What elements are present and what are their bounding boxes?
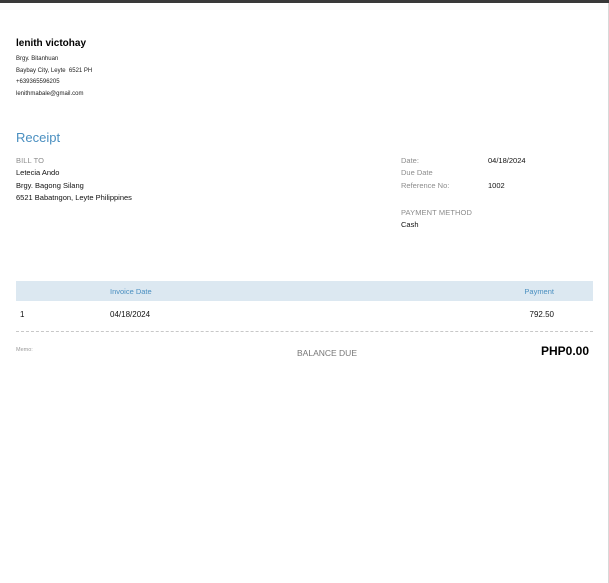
meta-row-reference: Reference No: 1002 xyxy=(401,179,526,192)
bill-to-label: BILL TO xyxy=(16,156,45,165)
sender-block: lenith victohay Brgy. Bitanhuan Baybay C… xyxy=(16,38,92,101)
table-header: Invoice Date Payment xyxy=(16,281,593,301)
receipt-meta: Date: 04/18/2024 Due Date Reference No: … xyxy=(401,154,526,192)
bill-to-name: Letecia Ando xyxy=(16,168,60,177)
bill-to-street: Brgy. Bagong Silang xyxy=(16,180,84,190)
sender-name: lenith victohay xyxy=(16,38,87,49)
bill-to-city: 6521 Babatngon, Leyte Philippines xyxy=(16,193,132,202)
sender-email: lenithmabale@gmail.com xyxy=(16,91,84,98)
payment-method-value: Cash xyxy=(401,220,419,229)
payment-method-label: PAYMENT METHOD xyxy=(401,208,472,217)
meta-row-due: Due Date xyxy=(401,167,526,180)
meta-row-date: Date: 04/18/2024 xyxy=(401,154,526,167)
date-value: 04/18/2024 xyxy=(488,155,526,165)
balance-due-value: PHP0.00 xyxy=(540,344,589,358)
sender-phone: +639365596205 xyxy=(16,79,60,86)
row-invoice-date: 04/18/2024 xyxy=(110,310,151,319)
row-number: 1 xyxy=(20,310,25,319)
page-title: Receipt xyxy=(16,130,61,145)
date-label: Date: xyxy=(401,155,419,165)
balance-due-label: BALANCE DUE xyxy=(297,348,357,358)
payment-method-block: PAYMENT METHOD Cash xyxy=(401,207,472,230)
due-date-label: Due Date xyxy=(401,168,433,178)
memo-label: Memo: xyxy=(16,347,33,353)
column-header-invoice-date: Invoice Date xyxy=(110,287,152,296)
table-row: 1 04/18/2024 792.50 xyxy=(16,302,593,328)
bill-to-block: BILL TO Letecia Ando Brgy. Bagong Silang… xyxy=(16,155,132,205)
sender-city-line: Baybay City, Leyte 6521 PH xyxy=(16,67,93,74)
sender-address-line: Brgy. Bitanhuan xyxy=(16,56,59,62)
reference-value: 1002 xyxy=(488,180,505,190)
column-header-payment: Payment xyxy=(524,287,554,296)
row-payment: 792.50 xyxy=(529,310,554,319)
divider xyxy=(16,331,593,332)
top-bar xyxy=(0,0,609,3)
reference-label: Reference No: xyxy=(401,180,450,190)
